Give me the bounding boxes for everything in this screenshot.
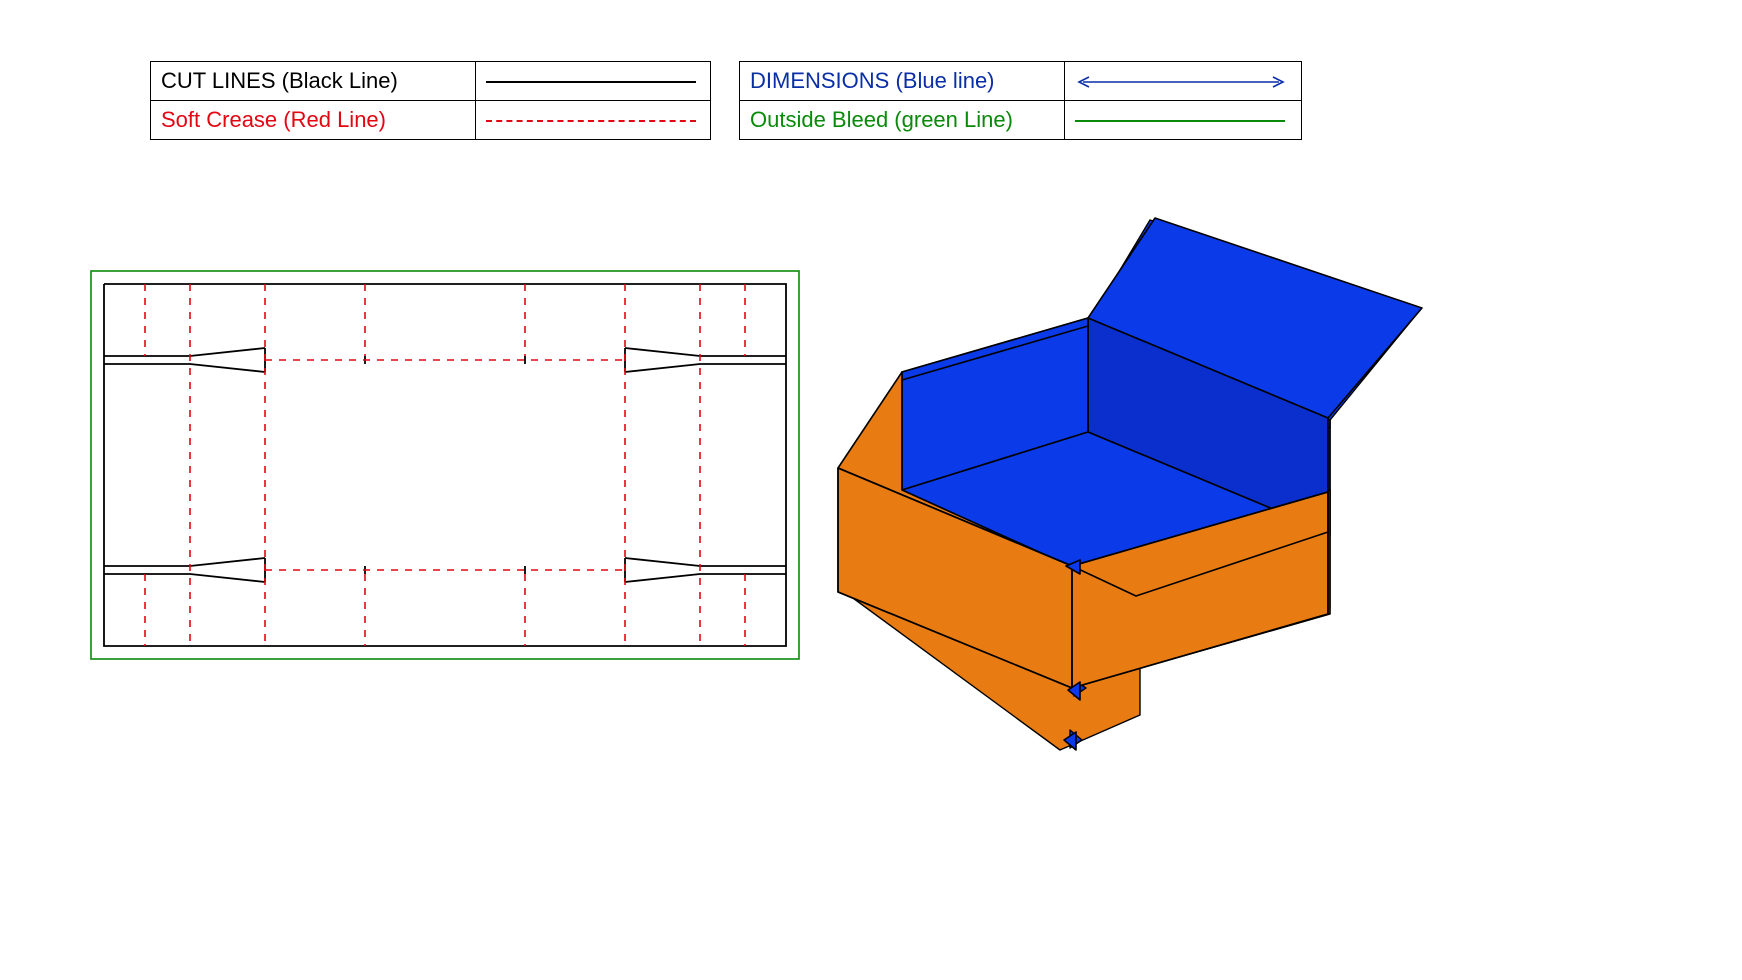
legend-soft-crease-swatch	[476, 101, 711, 140]
legend-bleed-label: Outside Bleed (green Line)	[740, 101, 1065, 140]
box-3d-svg	[830, 210, 1430, 770]
double-arrow-blue-icon	[1075, 75, 1287, 89]
legend-bleed-swatch	[1065, 101, 1302, 140]
legend-table-left: CUT LINES (Black Line) Soft Crease (Red …	[150, 61, 711, 140]
legend-dimensions-swatch	[1065, 62, 1302, 101]
dieline-template	[90, 270, 800, 660]
cut-lines-group	[104, 284, 786, 646]
bleed-rect	[91, 271, 799, 659]
legend-dimensions-label: DIMENSIONS (Blue line)	[740, 62, 1065, 101]
legend-cut-lines-swatch	[476, 62, 711, 101]
dieline-svg	[90, 270, 800, 660]
crease-lines-group	[145, 284, 745, 646]
legend-soft-crease-label: Soft Crease (Red Line)	[151, 101, 476, 140]
dashed-red-line-icon	[486, 120, 696, 122]
solid-black-line-icon	[486, 81, 696, 83]
legend-cut-lines-label: CUT LINES (Black Line)	[151, 62, 476, 101]
legend-table-right: DIMENSIONS (Blue line) Outside Bleed (gr…	[739, 61, 1302, 140]
legend: CUT LINES (Black Line) Soft Crease (Red …	[150, 61, 1302, 140]
box-3d-render	[830, 210, 1430, 770]
solid-green-line-icon	[1075, 120, 1285, 122]
